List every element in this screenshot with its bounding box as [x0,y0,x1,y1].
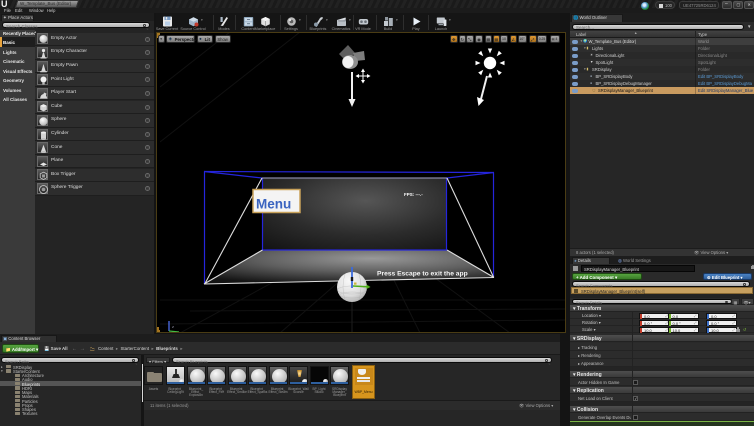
svg-text:z: z [172,324,174,329]
svg-text:Press Escape to exit the app: Press Escape to exit the app [377,271,468,278]
svg-text:Menu: Menu [256,197,291,212]
svg-text:FPS: ---.-: FPS: ---.- [404,192,423,197]
